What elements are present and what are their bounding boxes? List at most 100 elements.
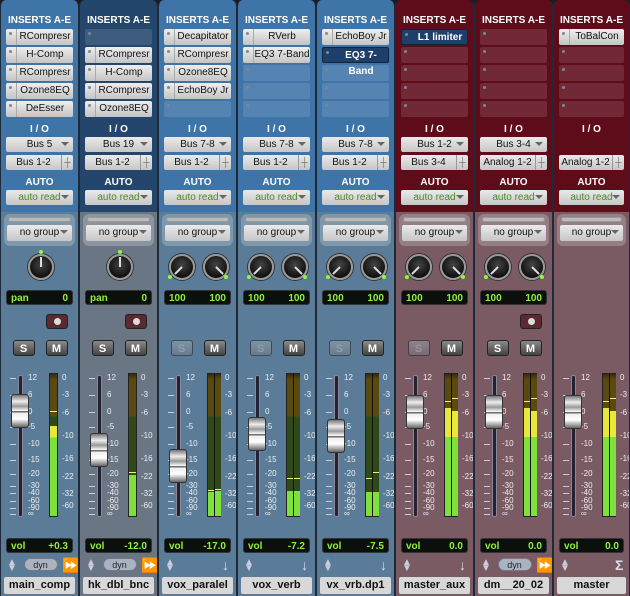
insert-bypass-dot[interactable] <box>562 50 565 53</box>
volume-display[interactable]: vol 0.0 <box>480 538 547 553</box>
mute-button[interactable]: M <box>519 340 542 356</box>
insert-slot[interactable]: EchoBoy Jr <box>164 83 231 99</box>
pan-display[interactable]: 100 100 <box>243 290 310 305</box>
automation-mode-selector[interactable]: auto read <box>401 190 468 205</box>
insert-bypass-dot[interactable] <box>167 104 170 107</box>
input-selector[interactable]: Bus 5 <box>6 137 73 152</box>
pan-display[interactable]: 100 100 <box>401 290 468 305</box>
insert-slot[interactable]: ToBalCon <box>559 29 624 45</box>
pan-knob-left[interactable] <box>404 254 432 280</box>
mute-button[interactable]: M <box>45 340 68 356</box>
insert-bypass-dot[interactable] <box>404 104 407 107</box>
volume-display[interactable]: vol -7.5 <box>322 538 389 553</box>
volume-display[interactable]: vol +0.3 <box>6 538 73 553</box>
insert-bypass-dot[interactable] <box>246 68 249 71</box>
pan-knob-right[interactable] <box>202 254 229 280</box>
input-selector[interactable]: Bus 1-2 <box>401 137 468 152</box>
automation-mode-selector[interactable]: auto read <box>480 190 547 205</box>
solo-button[interactable]: S <box>486 340 509 356</box>
input-selector[interactable]: Bus 7-8 <box>243 137 310 152</box>
pan-knob-right[interactable] <box>518 254 545 280</box>
solo-button[interactable]: S <box>328 340 351 356</box>
insert-slot[interactable] <box>401 101 468 117</box>
insert-slot[interactable] <box>480 65 547 81</box>
automation-mode-selector[interactable]: auto read <box>6 190 73 205</box>
insert-bypass-dot[interactable] <box>167 50 170 53</box>
output-selector[interactable]: Bus 1-2 ┼ <box>164 155 231 170</box>
pan-display[interactable]: 100 100 <box>322 290 389 305</box>
insert-slot[interactable] <box>480 47 547 63</box>
insert-bypass-dot[interactable] <box>562 32 565 35</box>
insert-bypass-dot[interactable] <box>326 51 329 54</box>
fader-cap[interactable] <box>90 433 108 468</box>
down-arrow-icon[interactable]: ↓ <box>301 558 308 572</box>
insert-slot[interactable] <box>243 83 310 99</box>
insert-bypass-dot[interactable] <box>167 32 170 35</box>
dyn-button[interactable]: dyn <box>497 558 532 571</box>
mute-button[interactable]: M <box>361 340 384 356</box>
record-button[interactable] <box>519 314 542 329</box>
pan-display[interactable]: 100 100 <box>480 290 547 305</box>
pan-knob-left[interactable] <box>167 254 195 280</box>
output-selector[interactable]: Bus 1-2 ┼ <box>6 155 73 170</box>
fader-cap[interactable] <box>11 394 29 429</box>
insert-slot[interactable] <box>243 65 310 81</box>
group-selector[interactable]: no group <box>402 225 467 241</box>
output-selector[interactable]: Analog 1-2 ┼ <box>559 155 624 170</box>
insert-bypass-dot[interactable] <box>246 32 249 35</box>
pan-knob-left[interactable] <box>325 254 353 280</box>
track-name[interactable]: master_aux <box>399 577 470 594</box>
automation-mode-selector[interactable]: auto read <box>85 190 152 205</box>
solo-button[interactable]: S <box>407 340 430 356</box>
insert-bypass-dot[interactable] <box>167 68 170 71</box>
fader-cap[interactable] <box>485 395 503 429</box>
volume-display[interactable]: vol 0.0 <box>401 538 468 553</box>
insert-slot[interactable]: RCompresr <box>164 47 231 63</box>
insert-slot[interactable] <box>559 47 624 63</box>
insert-slot[interactable] <box>559 65 624 81</box>
track-name[interactable]: master <box>557 577 626 594</box>
insert-bypass-dot[interactable] <box>9 68 12 71</box>
insert-bypass-dot[interactable] <box>246 104 249 107</box>
insert-slot[interactable]: Ozone8EQ <box>164 65 231 81</box>
insert-bypass-dot[interactable] <box>9 32 12 35</box>
insert-slot[interactable] <box>559 83 624 99</box>
dyn-button[interactable]: dyn <box>102 558 137 571</box>
insert-slot[interactable]: Decapitator <box>164 29 231 45</box>
pan-display[interactable]: 100 100 <box>164 290 231 305</box>
pan-knob-left[interactable] <box>246 254 274 280</box>
solo-button[interactable]: S <box>170 340 193 356</box>
pan-knob-right[interactable] <box>281 254 308 280</box>
insert-slot[interactable] <box>322 65 389 81</box>
insert-bypass-dot[interactable] <box>562 86 565 89</box>
insert-slot[interactable] <box>401 83 468 99</box>
fast-forward-icon[interactable]: ⏩ <box>536 558 552 572</box>
insert-bypass-dot[interactable] <box>246 86 249 89</box>
insert-slot[interactable] <box>164 101 231 117</box>
insert-slot[interactable]: EQ3 7-Band <box>322 47 389 77</box>
pan-knob-right[interactable] <box>360 254 387 280</box>
insert-slot[interactable]: EchoBoy Jr <box>322 29 389 45</box>
insert-slot[interactable] <box>480 101 547 117</box>
down-arrow-icon[interactable]: ↓ <box>222 558 229 572</box>
insert-bypass-dot[interactable] <box>88 50 91 53</box>
insert-bypass-dot[interactable] <box>562 68 565 71</box>
fader-cap[interactable] <box>406 395 424 429</box>
insert-slot[interactable]: L1 limiter <box>401 29 468 45</box>
mute-button[interactable]: M <box>282 340 305 356</box>
insert-slot[interactable] <box>401 65 468 81</box>
group-selector[interactable]: no group <box>560 225 623 241</box>
record-button[interactable] <box>45 314 68 329</box>
insert-slot[interactable]: RVerb <box>243 29 310 45</box>
pan-display[interactable]: pan 0 <box>6 290 73 305</box>
insert-bypass-dot[interactable] <box>9 104 12 107</box>
insert-slot[interactable]: H-Comp <box>6 47 73 63</box>
insert-bypass-dot[interactable] <box>483 86 486 89</box>
output-selector[interactable]: Bus 1-2 ┼ <box>322 155 389 170</box>
track-name[interactable]: vx_vrb.dp1 <box>320 577 391 594</box>
insert-bypass-dot[interactable] <box>325 86 328 89</box>
insert-bypass-dot[interactable] <box>325 104 328 107</box>
insert-bypass-dot[interactable] <box>404 50 407 53</box>
solo-button[interactable]: S <box>249 340 272 356</box>
insert-bypass-dot[interactable] <box>167 86 170 89</box>
